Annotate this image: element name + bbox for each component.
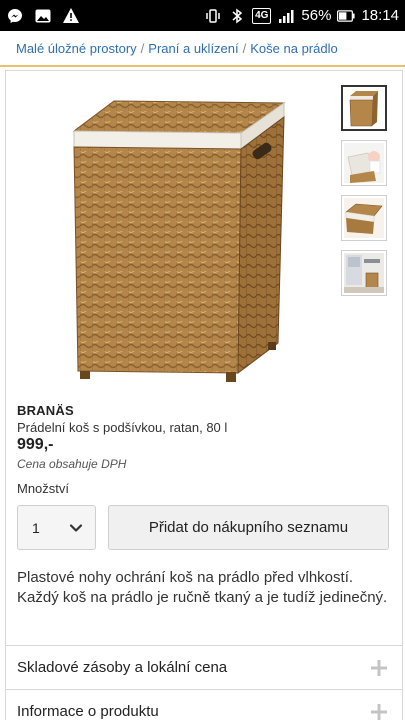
- product-panel: BRANÄS Prádelní koš s podšívkou, ratan, …: [5, 70, 403, 720]
- plus-icon: [370, 703, 388, 720]
- messenger-icon: [6, 7, 24, 25]
- quantity-value: 1: [32, 519, 40, 536]
- plus-icon: [370, 659, 388, 677]
- breadcrumb-link-small-storage[interactable]: Malé úložné prostory: [16, 41, 137, 56]
- lid-thumbnail-icon: [344, 198, 384, 238]
- quantity-select[interactable]: 1: [17, 505, 96, 550]
- warning-icon: [62, 7, 80, 25]
- lining-thumbnail-icon: [344, 143, 384, 183]
- battery-percent: 56%: [301, 7, 332, 24]
- product-long-description: Plastové nohy ochrání koš na prádlo před…: [17, 569, 388, 606]
- quantity-label: Množství: [17, 481, 70, 496]
- accordion-label: Skladové zásoby a lokální cena: [17, 659, 228, 676]
- battery-icon: [337, 7, 356, 25]
- accordion-stock-local-price[interactable]: Skladové zásoby a lokální cena: [6, 645, 402, 689]
- basket-thumbnail-icon: [349, 91, 378, 127]
- thumbnail-lining[interactable]: [341, 140, 387, 186]
- thumbnail-lid[interactable]: [341, 195, 387, 241]
- signal-icon: [277, 7, 295, 25]
- thumbnail-list: [341, 85, 389, 305]
- vibrate-icon: [204, 7, 222, 25]
- add-to-shopping-list-button[interactable]: Přidat do nákupního seznamu: [108, 505, 389, 550]
- chevron-down-icon: [69, 521, 83, 535]
- product-description: Prádelní koš s podšívkou, ratan, 80 l: [17, 420, 228, 435]
- status-bar: 4G 56% 18:14: [0, 0, 405, 31]
- gallery-icon: [34, 7, 52, 25]
- product-name: BRANÄS: [17, 403, 74, 418]
- room-thumbnail-icon: [344, 253, 384, 293]
- network-type-badge: 4G: [252, 7, 272, 24]
- vat-note: Cena obsahuje DPH: [17, 457, 127, 471]
- thumbnail-room[interactable]: [341, 250, 387, 296]
- product-main-image[interactable]: [56, 91, 296, 391]
- breadcrumb-separator: /: [242, 40, 247, 56]
- breadcrumb-separator: /: [140, 40, 145, 56]
- breadcrumb: Malé úložné prostory / Praní a uklízení …: [0, 31, 405, 67]
- breadcrumb-link-laundry-baskets[interactable]: Koše na prádlo: [250, 41, 337, 56]
- thumbnail-basket[interactable]: [341, 85, 387, 131]
- product-price: 999,-: [17, 436, 54, 453]
- breadcrumb-link-laundry-cleaning[interactable]: Praní a uklízení: [148, 41, 238, 56]
- accordion-product-info[interactable]: Informace o produktu: [6, 689, 402, 720]
- clock: 18:14: [361, 7, 399, 24]
- accordion-label: Informace o produktu: [17, 703, 159, 720]
- bluetooth-icon: [228, 7, 246, 25]
